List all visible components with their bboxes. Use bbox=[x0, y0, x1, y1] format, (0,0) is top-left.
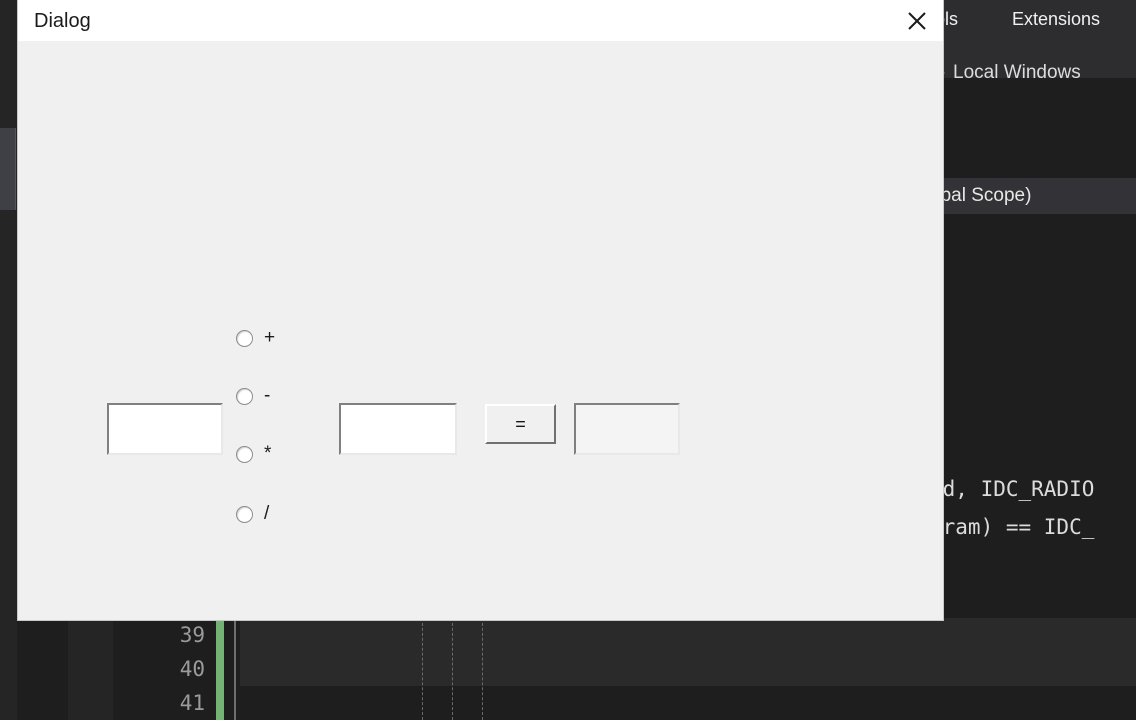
toolbox-tab[interactable] bbox=[0, 128, 16, 210]
start-debugging-label: Local Windows bbox=[953, 62, 1081, 83]
code-fragment-radio-1: nd, IDC_RADIO bbox=[930, 477, 1095, 501]
operator-radio-group: + - * / bbox=[236, 281, 346, 524]
start-debugging-button[interactable]: Local Windows bbox=[936, 62, 1081, 84]
operand2-input[interactable] bbox=[339, 403, 457, 455]
indent-guide bbox=[452, 618, 453, 720]
radio-plus-label: + bbox=[264, 327, 276, 348]
empty-line-block bbox=[260, 686, 1136, 720]
line-number: 39 bbox=[179, 623, 205, 647]
indent-guide bbox=[422, 618, 423, 720]
editor-selection-margin bbox=[68, 618, 113, 720]
radio-minus-label: - bbox=[264, 385, 271, 406]
radio-minus[interactable]: - bbox=[236, 383, 270, 409]
radio-circle-icon bbox=[236, 445, 253, 463]
radio-multiply[interactable]: * bbox=[236, 441, 271, 467]
gutter-separator bbox=[234, 618, 236, 720]
line-number-gutter: 39 40 41 bbox=[113, 618, 213, 720]
line-number: 41 bbox=[179, 691, 205, 715]
indent-guide bbox=[482, 618, 483, 720]
calculator-dialog: Dialog + - * / = bbox=[18, 0, 943, 620]
result-input[interactable] bbox=[574, 403, 680, 455]
screen: ools Extensions Local Windows obal Scope… bbox=[0, 0, 1136, 720]
operand1-input[interactable] bbox=[107, 403, 223, 455]
code-fragment-radio-2: aram) == IDC_ bbox=[930, 515, 1095, 539]
radio-circle-icon bbox=[236, 329, 253, 347]
editor-pane-bottom[interactable]: 39 40 41 GetWindowText(hplace1, buffer1,… bbox=[68, 618, 1136, 720]
radio-circle-icon bbox=[236, 505, 253, 523]
dialog-title-bar[interactable]: Dialog bbox=[18, 0, 943, 42]
unsaved-change-indicator bbox=[216, 618, 224, 720]
code-line: int value1 = _wtoi(buffer1); bbox=[240, 652, 1136, 715]
scope-dropdown[interactable]: obal Scope) bbox=[930, 183, 1031, 209]
close-icon[interactable] bbox=[891, 0, 943, 41]
radio-circle-icon bbox=[236, 387, 253, 405]
left-dock-strip bbox=[0, 0, 17, 720]
code-text-region[interactable]: GetWindowText(hplace1, buffer1, sizeof(b… bbox=[240, 618, 1136, 720]
radio-multiply-label: * bbox=[264, 443, 272, 464]
radio-plus[interactable]: + bbox=[236, 325, 275, 351]
code-line: GetWindowText(hplace1, buffer1, sizeof(b… bbox=[240, 618, 1136, 681]
line-number: 40 bbox=[179, 657, 205, 681]
menu-item-extensions[interactable]: Extensions bbox=[1012, 7, 1100, 31]
equals-button[interactable]: = bbox=[485, 404, 556, 444]
radio-divide-label: / bbox=[264, 503, 270, 524]
dialog-title: Dialog bbox=[34, 10, 91, 32]
dialog-body: + - * / = bbox=[18, 41, 943, 620]
radio-divide[interactable]: / bbox=[236, 501, 269, 527]
